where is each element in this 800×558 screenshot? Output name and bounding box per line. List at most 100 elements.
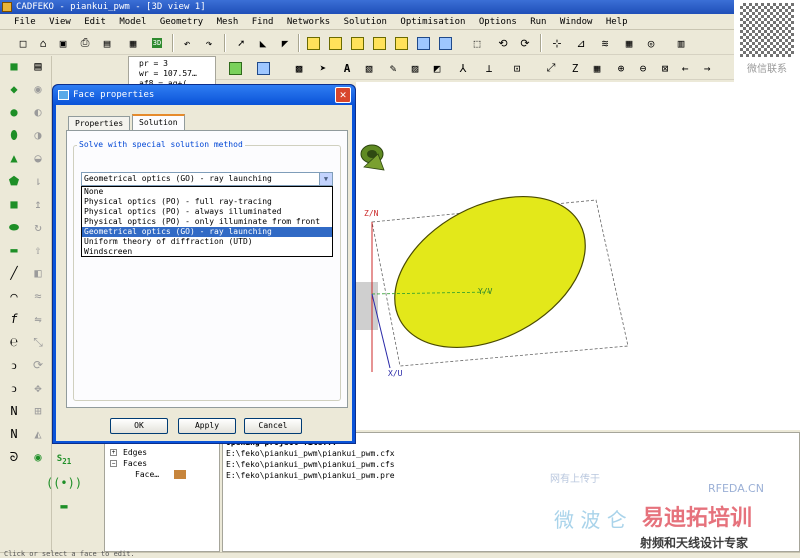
rotate-tool-icon[interactable]: ⟳ xyxy=(27,355,49,375)
select-pointer-icon[interactable]: ➚ xyxy=(232,34,250,52)
cylinder-tool-icon[interactable]: ⬮ xyxy=(3,125,25,145)
arrow-left-icon[interactable]: ← xyxy=(676,59,694,77)
option-po-always[interactable]: Physical optics (PO) - always illuminate… xyxy=(82,207,332,217)
expand-icon[interactable]: + xyxy=(110,449,117,456)
box-icon[interactable] xyxy=(254,59,272,77)
measure-icon[interactable]: ⊹ xyxy=(548,34,566,52)
zoom-out-icon[interactable]: ⊖ xyxy=(634,59,652,77)
translate-icon[interactable]: ✥ xyxy=(27,378,49,398)
view-3d-icon[interactable]: 3D xyxy=(148,34,166,52)
menu-optimisation[interactable]: Optimisation xyxy=(396,14,469,30)
cube-blue-icon[interactable] xyxy=(414,34,432,52)
ruler-icon[interactable]: ⊿ xyxy=(572,34,590,52)
option-none[interactable]: None xyxy=(82,187,332,197)
menu-geometry[interactable]: Geometry xyxy=(156,14,207,30)
polygon-tool-icon[interactable]: ▬ xyxy=(3,240,25,260)
triangle-icon[interactable]: ◭ xyxy=(27,424,49,444)
layer-icon[interactable]: ▨ xyxy=(406,59,424,77)
tree-node-edges[interactable]: + Edges xyxy=(105,447,219,458)
frame-icon[interactable]: ⊡ xyxy=(508,59,526,77)
rotate-icon[interactable]: ⟲ xyxy=(494,34,512,52)
book-icon[interactable]: ▥ xyxy=(672,34,690,52)
view-2d-icon[interactable]: ▦ xyxy=(124,34,142,52)
flat-plate-icon[interactable]: ◆ xyxy=(3,79,25,99)
align-icon[interactable]: ⊞ xyxy=(27,401,49,421)
close-icon[interactable]: ✕ xyxy=(335,87,351,103)
spline-h-icon[interactable]: ↄ xyxy=(3,378,25,398)
axes-local-icon[interactable]: ⊥ xyxy=(480,59,498,77)
z-axis-icon[interactable]: Z xyxy=(566,59,584,77)
probe-icon[interactable]: ➤ xyxy=(314,59,332,77)
pen-icon[interactable]: ✎ xyxy=(384,59,402,77)
cancel-button[interactable]: Cancel xyxy=(244,418,302,434)
port-icon[interactable]: ◉ xyxy=(27,447,49,467)
text-label-icon[interactable]: A xyxy=(338,59,356,77)
helix-tool-icon[interactable]: ℮ xyxy=(3,332,25,352)
3d-view-canvas[interactable]: Z/N Y/V X/U xyxy=(356,82,800,430)
arrow-right-icon[interactable]: → xyxy=(698,59,716,77)
chevron-down-icon[interactable]: ▼ xyxy=(319,173,332,185)
option-windscreen[interactable]: Windscreen xyxy=(82,247,332,257)
polyline-tool-icon[interactable]: ⌒ xyxy=(3,286,25,306)
table-icon[interactable]: ▦ xyxy=(620,34,638,52)
spline-p-icon[interactable]: ↄ xyxy=(3,355,25,375)
line-tool-icon[interactable]: ╱ xyxy=(3,263,25,283)
chart-icon[interactable]: ▧ xyxy=(360,59,378,77)
save-icon[interactable]: ▣ xyxy=(54,34,72,52)
loft-icon[interactable]: ◧ xyxy=(27,263,49,283)
cube-iso-icon[interactable] xyxy=(436,34,454,52)
load-icon[interactable]: ▬ xyxy=(53,496,75,516)
wave-surface-icon[interactable]: ≈ xyxy=(27,286,49,306)
menu-find[interactable]: Find xyxy=(248,14,278,30)
redo-icon[interactable]: ↷ xyxy=(200,34,218,52)
cube-side-icon[interactable] xyxy=(370,34,388,52)
menu-edit[interactable]: Edit xyxy=(80,14,110,30)
tab-properties[interactable]: Properties xyxy=(68,116,131,131)
menu-model[interactable]: Model xyxy=(115,14,150,30)
zigzag-alt-icon[interactable]: N xyxy=(3,424,25,444)
mirror-icon[interactable]: ⇋ xyxy=(27,309,49,329)
menu-run[interactable]: Run xyxy=(526,14,550,30)
antenna-icon[interactable]: ((•)) xyxy=(46,473,82,493)
subtract-icon[interactable]: ◐ xyxy=(27,102,49,122)
ellipse-tool-icon[interactable]: ⬬ xyxy=(3,217,25,237)
dialog-title-bar[interactable]: Face properties ✕ xyxy=(53,85,355,105)
menu-window[interactable]: Window xyxy=(556,14,597,30)
zoom-fit-icon[interactable]: ⬚ xyxy=(468,34,486,52)
menu-view[interactable]: View xyxy=(45,14,75,30)
split-icon[interactable]: ◒ xyxy=(27,148,49,168)
cube-top-icon[interactable] xyxy=(348,34,366,52)
undo-icon[interactable]: ↶ xyxy=(178,34,196,52)
plane-icon[interactable]: ◩ xyxy=(428,59,446,77)
menu-mesh[interactable]: Mesh xyxy=(213,14,243,30)
rotate-free-icon[interactable]: ⟳ xyxy=(516,34,534,52)
axes-icon[interactable]: ⅄ xyxy=(454,59,472,77)
option-po-full[interactable]: Physical optics (PO) - full ray-tracing xyxy=(82,197,332,207)
export-icon[interactable]: ▤ xyxy=(98,34,116,52)
select-face-icon[interactable]: ◤ xyxy=(276,34,294,52)
cube-green-icon[interactable] xyxy=(226,59,244,77)
sweep-icon[interactable]: ↥ xyxy=(27,194,49,214)
zigzag-tool-icon[interactable]: N xyxy=(3,401,25,421)
point-icon[interactable]: ⤢ xyxy=(542,59,560,77)
sphere-tool-icon[interactable]: ● xyxy=(3,102,25,122)
print-icon[interactable]: ⎙ xyxy=(76,34,94,52)
cube-front-icon[interactable] xyxy=(326,34,344,52)
zoom-in-icon[interactable]: ⊕ xyxy=(612,59,630,77)
window-title-bar[interactable]: CADFEKO - piankui_pwm - [3D view 1] xyxy=(0,0,800,14)
cube-view-icon[interactable] xyxy=(304,34,322,52)
grid-icon[interactable]: ▦ xyxy=(588,59,606,77)
transform-icon[interactable]: ▤ xyxy=(27,56,49,76)
cube-wire-icon[interactable] xyxy=(392,34,410,52)
pentagon-tool-icon[interactable]: ⬟ xyxy=(3,171,25,191)
function-tool-icon[interactable]: f xyxy=(3,309,25,329)
tree-node-face[interactable]: Face… xyxy=(105,469,219,480)
spin-icon[interactable]: ↻ xyxy=(27,217,49,237)
target-icon[interactable]: ◎ xyxy=(642,34,660,52)
menu-options[interactable]: Options xyxy=(475,14,521,30)
solution-method-select[interactable]: Geometrical optics (GO) - ray launching … xyxy=(81,172,333,186)
select-region-icon[interactable]: ◣ xyxy=(254,34,272,52)
tab-solution[interactable]: Solution xyxy=(132,114,185,131)
extrude-icon[interactable]: ⇪ xyxy=(27,240,49,260)
wave-source-icon[interactable]: ≋ xyxy=(596,34,614,52)
